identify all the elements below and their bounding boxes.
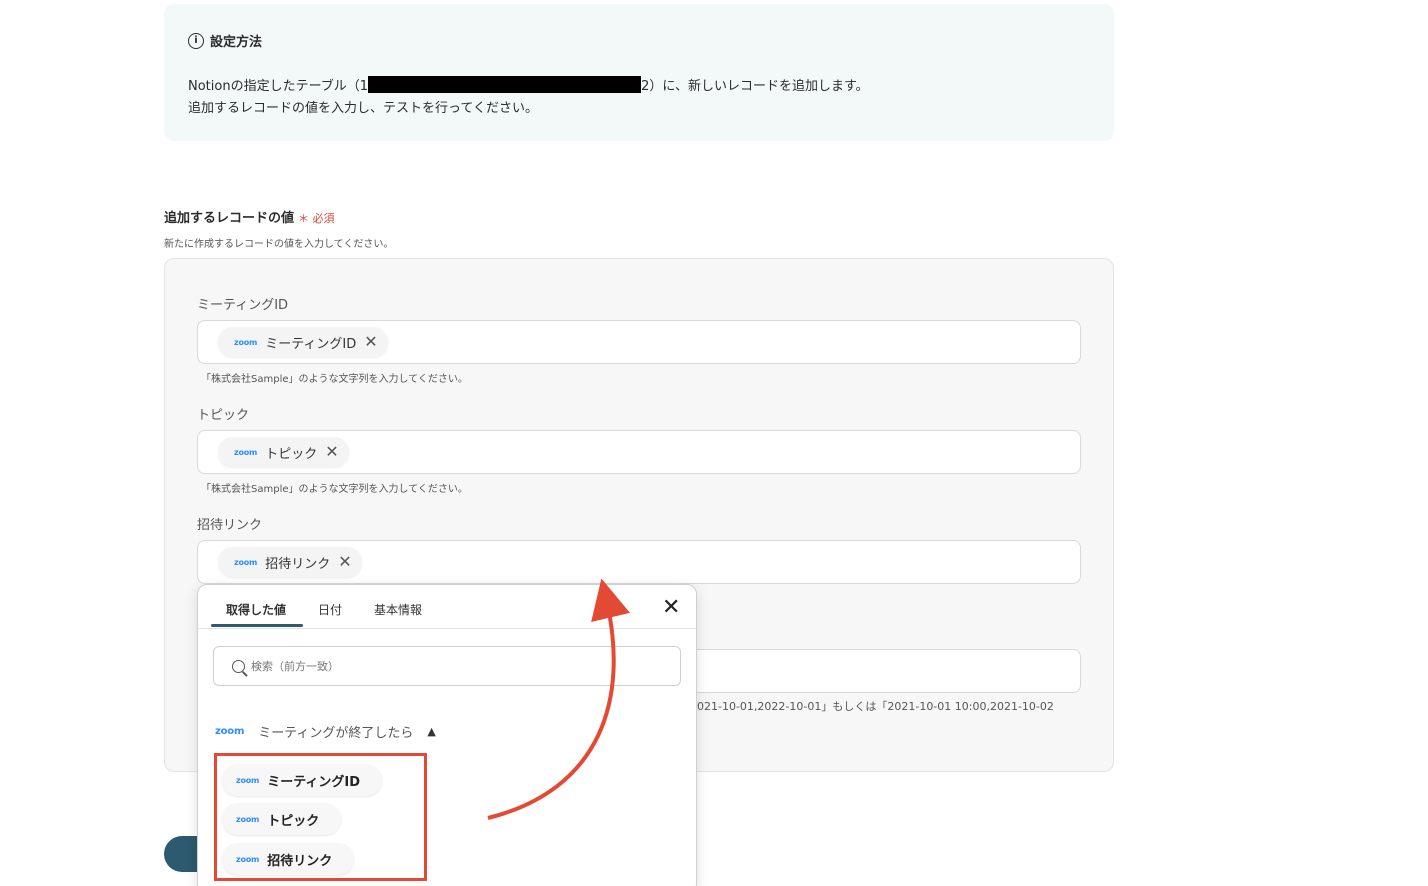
annotation-arrow [487, 578, 631, 820]
arrow-path [487, 578, 631, 820]
